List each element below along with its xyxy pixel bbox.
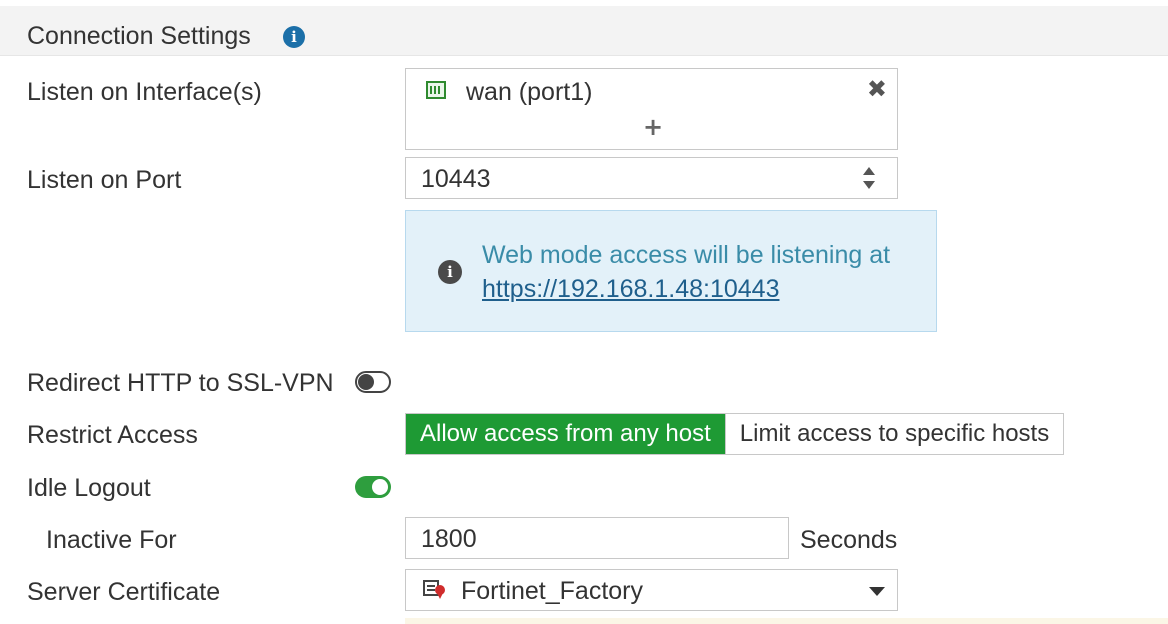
allow-any-host-option[interactable]: Allow access from any host — [406, 414, 725, 454]
inactive-for-value: 1800 — [421, 525, 477, 553]
restrict-access-segmented: Allow access from any host Limit access … — [405, 413, 1065, 455]
toggle-knob — [372, 479, 388, 495]
add-icon[interactable]: + — [643, 115, 663, 139]
chevron-down-icon[interactable] — [869, 587, 885, 596]
section-header: Connection Settings i — [0, 6, 1168, 56]
divider — [405, 618, 1168, 624]
port-spinner[interactable] — [863, 167, 875, 189]
toggle-knob — [358, 374, 374, 390]
server-certificate-select[interactable]: Fortinet_Factory — [405, 569, 898, 611]
notice-text: Web mode access will be listening at — [482, 241, 891, 269]
inactive-for-input[interactable]: 1800 — [405, 517, 789, 559]
web-mode-notice: i Web mode access will be listening at h… — [405, 210, 937, 332]
restrict-access-label: Restrict Access — [27, 421, 198, 449]
section-title: Connection Settings — [27, 22, 251, 50]
spinner-up-icon[interactable] — [863, 167, 875, 175]
limit-specific-hosts-option[interactable]: Limit access to specific hosts — [724, 414, 1064, 454]
listen-port-value: 10443 — [421, 165, 491, 193]
listen-port-label: Listen on Port — [27, 166, 182, 194]
web-mode-link[interactable]: https://192.168.1.48:10443 — [482, 275, 779, 304]
redirect-http-label: Redirect HTTP to SSL-VPN — [27, 369, 334, 397]
certificate-icon — [423, 580, 447, 600]
network-port-icon — [426, 81, 446, 99]
idle-logout-label: Idle Logout — [27, 474, 151, 502]
server-certificate-value: Fortinet_Factory — [461, 577, 644, 605]
redirect-http-toggle[interactable] — [355, 371, 391, 393]
listen-port-input[interactable]: 10443 — [405, 157, 898, 199]
inactive-for-label: Inactive For — [46, 526, 177, 554]
close-icon[interactable]: ✖ — [867, 77, 887, 101]
server-certificate-label: Server Certificate — [27, 578, 221, 606]
listen-interfaces-field[interactable]: wan (port1) ✖ + — [405, 68, 898, 150]
info-icon[interactable]: i — [283, 26, 305, 48]
seconds-unit-label: Seconds — [800, 526, 898, 554]
spinner-down-icon[interactable] — [863, 181, 875, 189]
idle-logout-toggle[interactable] — [355, 476, 391, 498]
listen-interfaces-label: Listen on Interface(s) — [27, 78, 262, 106]
selected-interface: wan (port1) — [466, 78, 593, 106]
info-icon: i — [438, 260, 462, 284]
